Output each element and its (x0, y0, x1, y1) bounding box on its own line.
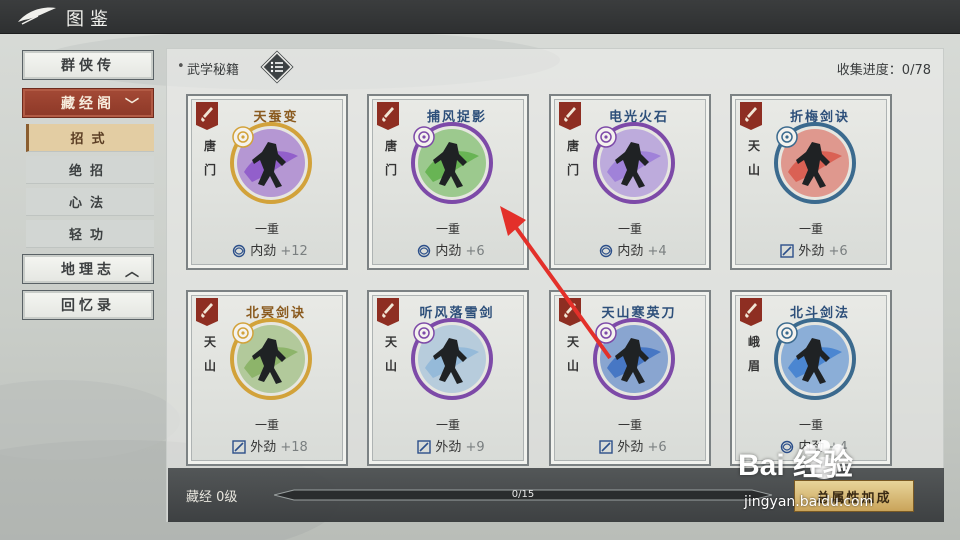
collection-progress: 收集进度：0/78 (836, 63, 931, 78)
card-stat-bonus: +6 (647, 440, 667, 455)
sidebar-sub-lightness[interactable]: 轻功 (26, 220, 154, 248)
sidebar-item-label: 地理志 (61, 262, 115, 278)
card-sect: 唐门 (204, 139, 217, 177)
card-stat-name: 内劲 (250, 244, 277, 259)
card-stat-name: 外劲 (435, 440, 462, 455)
sect-emblem-icon (413, 126, 435, 148)
sidebar-item-label: 轻功 (68, 228, 111, 243)
skill-card[interactable]: 天山寒英刀 天山 一重 外劲 +6 (549, 290, 711, 466)
list-lines-icon (270, 61, 283, 73)
sect-emblem-icon (413, 322, 435, 344)
card-stat: 内劲 +4 (551, 240, 709, 259)
sect-emblem-icon (776, 322, 798, 344)
outer-force-icon (599, 440, 614, 454)
card-stat: 外劲 +6 (732, 240, 890, 259)
card-sect: 唐门 (567, 139, 580, 177)
sidebar-item-label: 招式 (70, 132, 113, 147)
sect-emblem-icon (595, 322, 617, 344)
card-stat-name: 内劲 (617, 244, 644, 259)
card-sect: 唐门 (385, 139, 398, 177)
skill-card[interactable]: 天蚕变 唐门 一重 内劲 +12 (186, 94, 348, 270)
sidebar-item-label: 回忆录 (61, 298, 115, 314)
sect-emblem-icon (595, 126, 617, 148)
card-stat-bonus: +6 (465, 244, 485, 259)
baidu-watermark: Bai 经验 jingyan.baidu.com (730, 438, 960, 538)
sidebar-item-memoir[interactable]: 回忆录 (22, 290, 154, 320)
skill-card[interactable]: 捕风捉影 唐门 一重 内劲 +6 (367, 94, 529, 270)
card-level: 一重 (798, 222, 823, 236)
chevron-up-icon: ︿ (125, 264, 143, 280)
card-stat: 外劲 +18 (188, 436, 346, 455)
skill-card[interactable]: 折梅剑诀 天山 一重 外劲 +6 (730, 94, 892, 270)
card-stat-name: 内劲 (435, 244, 462, 259)
page-title: 图鉴 (66, 9, 114, 30)
card-level: 一重 (254, 222, 279, 236)
inner-force-icon (233, 244, 246, 258)
card-sect: 天山 (385, 335, 398, 373)
section-label: 武学秘籍 (187, 63, 240, 78)
card-level: 一重 (435, 418, 460, 432)
sidebar-item-label: 藏经阁 (61, 96, 115, 112)
chevron-down-icon: ﹀ (125, 98, 143, 114)
watermark-url: jingyan.baidu.com (744, 494, 874, 510)
card-level: 一重 (617, 418, 642, 432)
panel-header: • 武学秘籍 收集进度：0/78 (167, 49, 943, 85)
sidebar-sub-mental[interactable]: 心法 (26, 188, 154, 216)
card-stat: 内劲 +6 (369, 240, 527, 259)
card-level: 一重 (435, 222, 460, 236)
sidebar-group-geography[interactable]: 地理志 ︿ (22, 254, 154, 284)
card-sect: 天山 (204, 335, 217, 373)
skill-card[interactable]: 听风落雪剑 天山 一重 外劲 +9 (367, 290, 529, 466)
card-stat-bonus: +6 (828, 244, 848, 259)
card-stat-bonus: +9 (465, 440, 485, 455)
sect-emblem-icon (232, 126, 254, 148)
outer-force-icon (232, 440, 246, 454)
sidebar-item-label: 绝招 (68, 164, 111, 179)
skill-card[interactable]: 电光火石 唐门 一重 内劲 +4 (549, 94, 711, 270)
level-progress-text: 0/15 (511, 489, 535, 500)
bullet-icon: • (177, 59, 185, 74)
card-sect: 天山 (567, 335, 580, 373)
outer-force-icon (780, 244, 795, 258)
sidebar-sub-moves[interactable]: 招式 (26, 124, 154, 152)
sidebar-sub-ultimates[interactable]: 绝招 (26, 156, 154, 184)
watermark-brand: Bai 经验 (738, 449, 854, 482)
scripture-level: 藏经 0级 (186, 490, 238, 505)
card-level: 一重 (254, 418, 279, 432)
skill-card[interactable]: 北冥剑诀 天山 一重 外劲 +18 (186, 290, 348, 466)
sect-emblem-icon (776, 126, 798, 148)
card-stat-name: 外劲 (250, 440, 277, 455)
top-bar: 图鉴 (0, 0, 960, 34)
inner-force-icon (600, 244, 613, 258)
card-stat: 外劲 +6 (551, 436, 709, 455)
sidebar-group-scripture[interactable]: 藏经阁 ﹀ (22, 88, 154, 118)
sect-emblem-icon (232, 322, 254, 344)
card-stat-bonus: +12 (280, 244, 308, 259)
outer-force-icon (417, 440, 432, 454)
card-sect: 天山 (748, 139, 761, 177)
card-stat: 外劲 +9 (369, 436, 527, 455)
card-stat-name: 外劲 (617, 440, 644, 455)
card-stat-name: 外劲 (798, 244, 825, 259)
card-sect: 峨眉 (748, 335, 761, 373)
card-stat-bonus: +4 (647, 244, 667, 259)
sidebar-item-label: 心法 (68, 196, 111, 211)
card-stat-bonus: +18 (280, 440, 308, 455)
card-stat: 内劲 +12 (188, 240, 346, 259)
card-level: 一重 (617, 222, 642, 236)
back-feather-icon[interactable] (16, 6, 58, 26)
inner-force-icon (418, 244, 431, 258)
card-level: 一重 (798, 418, 823, 432)
sidebar-item-heroes[interactable]: 群侠传 (22, 50, 154, 80)
sidebar-item-label: 群侠传 (61, 58, 115, 74)
